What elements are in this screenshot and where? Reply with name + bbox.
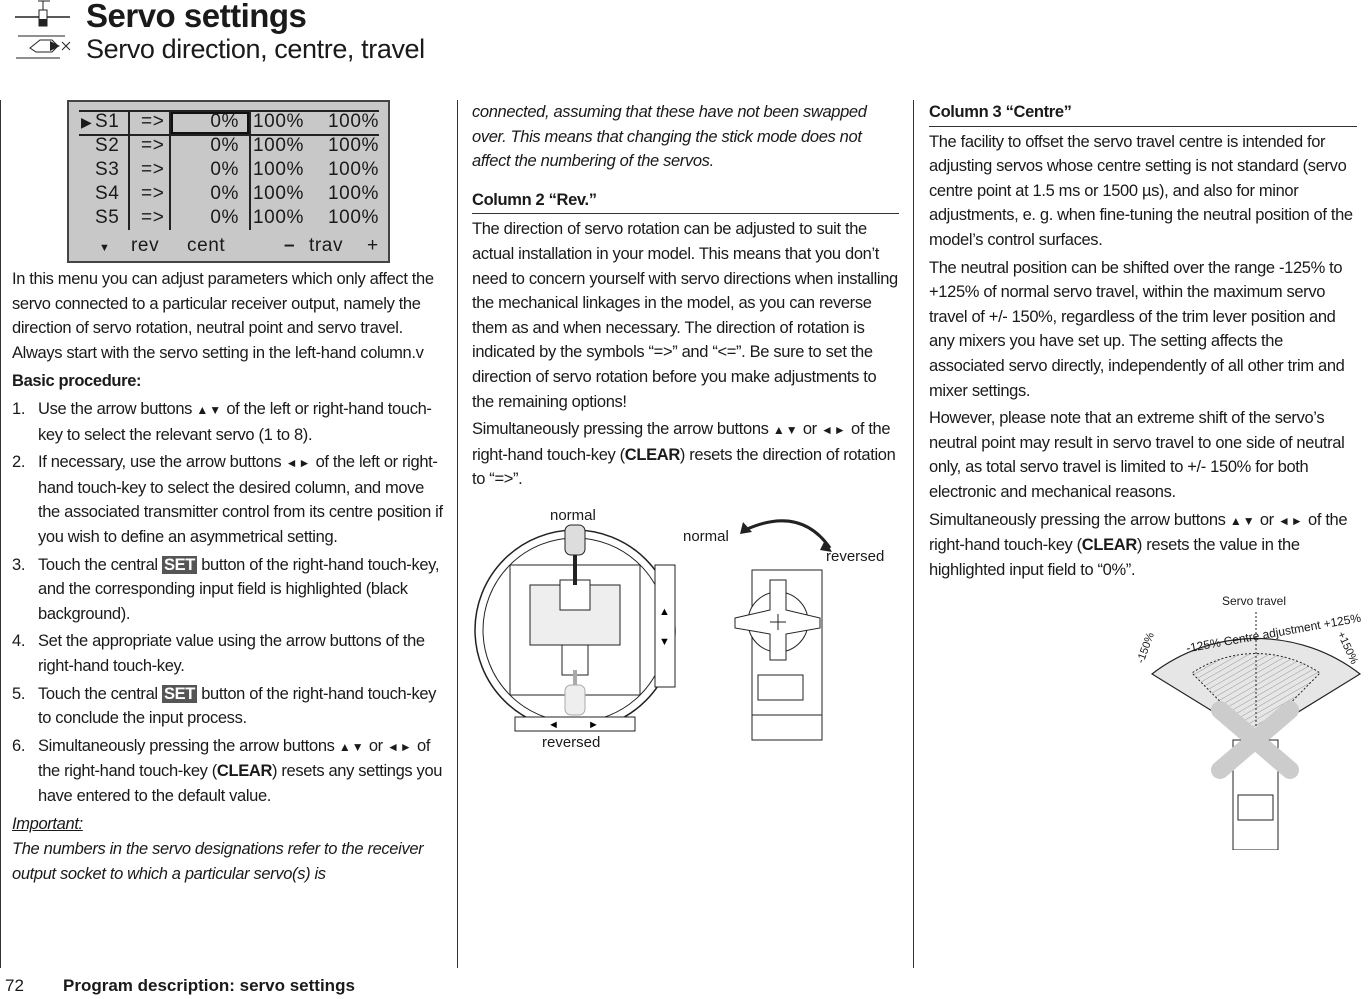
up-down-arrows-icon: ▲▼: [196, 402, 223, 417]
normal-label: normal: [550, 507, 596, 524]
column-divider: [457, 100, 458, 968]
set-key-badge: SET: [161, 684, 197, 703]
list-item: 1. Use the arrow buttons ▲▼ of the left o…: [12, 399, 432, 444]
paragraph: However, please note that an extreme shi…: [929, 409, 1345, 501]
lcd-row-s2[interactable]: S2 => 0% 100% 100%: [79, 135, 379, 159]
lcd-row-s5[interactable]: S5 => 0% 100% 100%: [79, 207, 379, 231]
servo-helicopter-icon: [15, 0, 71, 59]
servo-direction-diagram: normal reversed: [680, 510, 900, 750]
paragraph: The neutral position can be shifted over…: [929, 258, 1345, 400]
set-key-badge: SET: [161, 555, 197, 574]
paragraph: Simultaneously pressing the arrow button…: [929, 510, 1348, 579]
page-subtitle: Servo direction, centre, travel: [86, 34, 425, 64]
svg-text:►: ►: [588, 719, 599, 731]
left-right-arrows-icon: ◄►: [387, 739, 413, 754]
column-divider: [0, 100, 1, 968]
page-number: 72: [5, 976, 24, 995]
up-down-arrows-icon: ▲▼: [1229, 513, 1256, 528]
normal-label: normal: [683, 528, 729, 545]
svg-text:◄: ◄: [548, 719, 559, 731]
list-item: 2. If necessary, use the arrow buttons ◄►…: [12, 453, 443, 546]
lcd-row-s4[interactable]: S4 => 0% 100% 100%: [79, 183, 379, 207]
up-down-arrows-icon: ▲▼: [772, 423, 799, 438]
list-item: 5. Touch the central SET button of the ri…: [12, 684, 437, 728]
list-item: 3. Touch the central SET button of the ri…: [12, 555, 440, 623]
paragraph: The direction of servo rotation can be a…: [472, 220, 898, 411]
section-heading: Column 3 “Centre”: [929, 100, 1357, 127]
column-divider: [913, 100, 914, 968]
left-right-arrows-icon: ◄►: [821, 423, 847, 438]
reversed-label: reversed: [826, 548, 885, 565]
svg-text:▲: ▲: [659, 606, 670, 618]
list-item: 4. Set the appropriate value using the ar…: [12, 632, 425, 675]
down-arrow-icon: ▼: [99, 242, 111, 254]
stick-diagram: ▲ ▼ ◄ ► normal reversed: [470, 505, 685, 755]
lcd-screen: ▶ S1 => 0% 100% 100% S2 => 0% 100% 100% S3 => 0% 10…: [67, 100, 390, 263]
footer-title: Program description: servo settings: [63, 976, 355, 995]
up-down-arrows-icon: ▲▼: [338, 739, 365, 754]
paragraph: The facility to offset the servo travel …: [929, 132, 1353, 249]
right-column: Column 3 “Centre” The facility to offset…: [929, 100, 1357, 585]
procedure-list: 1. Use the arrow buttons ▲▼ of the left o…: [12, 397, 446, 809]
list-item: 6. Simultaneously pressing the arrow butt…: [12, 736, 443, 805]
paragraph: Simultaneously pressing the arrow button…: [472, 420, 896, 489]
section-heading: Basic procedure:: [12, 372, 142, 391]
important-note: The numbers in the servo designations re…: [12, 840, 424, 883]
servo-illustration: [734, 519, 832, 741]
section-heading: Column 2 “Rev.”: [472, 188, 899, 215]
cursor-arrow-icon: ▶: [81, 114, 93, 130]
left-right-arrows-icon: ◄►: [1278, 513, 1304, 528]
middle-column: connected, assuming that these have not …: [472, 100, 899, 495]
servo-travel-label: Servo travel: [1222, 594, 1287, 608]
left-column: In this menu you can adjust parameters w…: [12, 267, 446, 889]
lcd-footer: ▼ rev cent – trav +: [99, 235, 379, 256]
left-right-arrows-icon: ◄►: [285, 456, 312, 471]
continued-note: connected, assuming that these have not …: [472, 103, 867, 171]
intro-paragraph: In this menu you can adjust parameters w…: [12, 270, 434, 362]
svg-text:▼: ▼: [659, 636, 670, 648]
reversed-label: reversed: [542, 734, 601, 751]
lcd-row-s3[interactable]: S3 => 0% 100% 100%: [79, 159, 379, 183]
servo-travel-diagram: Servo travel -125% Centre adjustment +12…: [1130, 590, 1370, 851]
important-label: Important:: [12, 815, 83, 834]
page-title: Servo settings: [86, 0, 307, 34]
control-stick-illustration: ▲ ▼ ◄ ►: [474, 524, 676, 732]
lcd-row-s1[interactable]: ▶ S1 => 0% 100% 100%: [79, 111, 379, 135]
